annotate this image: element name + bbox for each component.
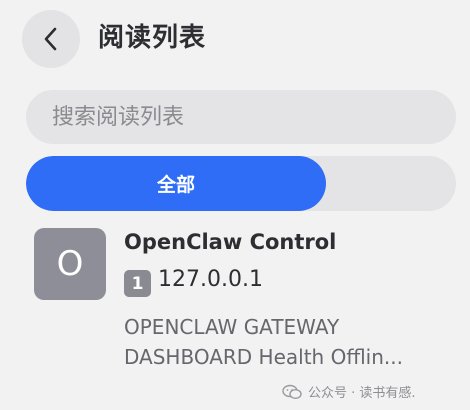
item-description-line: OPENCLAW GATEWAY <box>124 315 340 339</box>
page-title: 阅读列表 <box>98 23 207 53</box>
list-item[interactable]: O OpenClaw Control 1 127.0.0.1 OPENCLAW … <box>0 218 470 388</box>
site-avatar: O <box>34 228 106 300</box>
wechat-icon <box>282 384 302 399</box>
item-url: 127.0.0.1 <box>158 267 263 292</box>
watermark: 公众号 · 读书有感. <box>282 382 416 401</box>
search-input[interactable] <box>26 90 456 144</box>
chevron-left-icon <box>44 27 57 51</box>
watermark-text: 公众号 · 读书有感. <box>308 386 416 401</box>
item-description: OPENCLAW GATEWAY DASHBOARD Health Offlin… <box>124 312 444 372</box>
segment-all[interactable]: 全部 <box>26 156 326 211</box>
item-title: OpenClaw Control <box>124 230 337 254</box>
filter-segmented-control: 全部 未 <box>26 156 456 211</box>
item-description-line: DASHBOARD Health Offlin... <box>124 345 403 369</box>
count-badge: 1 <box>124 270 151 297</box>
back-button[interactable] <box>22 10 80 68</box>
